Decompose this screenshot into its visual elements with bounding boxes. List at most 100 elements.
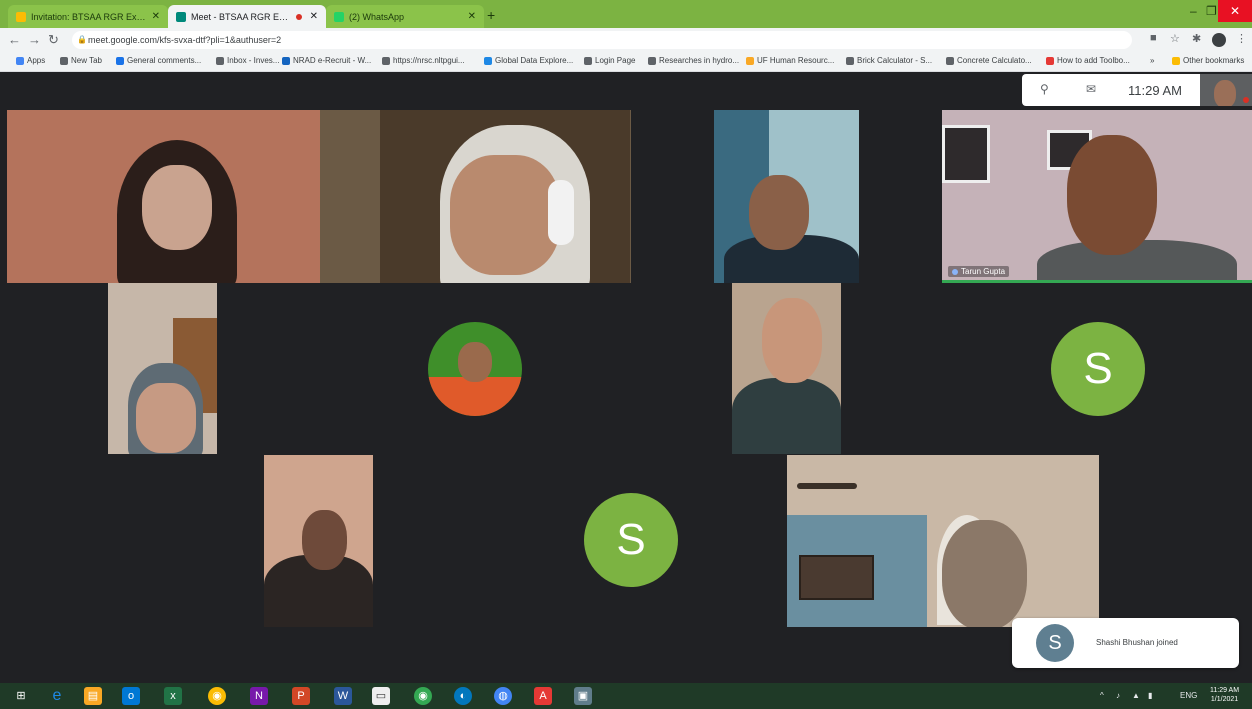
language-indicator[interactable]: ENG	[1180, 691, 1197, 700]
reload-icon[interactable]: ↻	[48, 32, 59, 48]
browser-icon[interactable]: ◐	[454, 687, 472, 705]
toast-message: Shashi Bhushan joined	[1096, 638, 1178, 647]
participant-tile[interactable]	[320, 110, 631, 283]
participant-tile[interactable]	[732, 283, 841, 454]
network-icon[interactable]: ▲	[1132, 691, 1140, 700]
close-tab-icon[interactable]: ✕	[310, 11, 318, 22]
tab-meet[interactable]: Meet - BTSAA RGR Executi... ✕	[168, 5, 326, 28]
onenote-icon[interactable]: N	[250, 687, 268, 705]
photos-icon[interactable]: ▣	[574, 687, 592, 705]
windows-start-icon[interactable]: ⊞	[12, 687, 30, 705]
meet-icon	[176, 11, 186, 22]
tab-label: Invitation: BTSAA RGR Executiv...	[31, 11, 148, 22]
menu-icon[interactable]: ⋮	[1236, 32, 1247, 45]
bookmark-item[interactable]: https://nrsc.nltpgui...	[382, 56, 465, 65]
file-explorer-icon[interactable]: ▤	[84, 687, 102, 705]
minimize-button[interactable]: –	[1190, 4, 1197, 18]
tab-label: Meet - BTSAA RGR Executi...	[191, 11, 292, 22]
participant-face	[302, 510, 347, 570]
tray-chevron-icon[interactable]: ^	[1100, 691, 1104, 700]
tab-whatsapp[interactable]: (2) WhatsApp ✕	[326, 5, 484, 28]
bookmark-item[interactable]: NRAD e-Recruit - W...	[282, 56, 371, 65]
speaking-indicator	[942, 280, 1252, 283]
meet-clock: 11:29 AM	[1128, 83, 1182, 98]
toast-avatar: S	[1036, 624, 1074, 662]
bookmark-item[interactable]: Concrete Calculato...	[946, 56, 1032, 65]
close-tab-icon[interactable]: ✕	[468, 11, 476, 22]
outlook-icon[interactable]: o	[122, 687, 140, 705]
bookmark-item[interactable]: Inbox - Inves...	[216, 56, 279, 65]
bookmark-item[interactable]: Researches in hydro...	[648, 56, 739, 65]
participant-face	[749, 175, 809, 250]
globe-icon	[60, 56, 68, 65]
address-bar[interactable]: 🔒 meet.google.com/kfs-svxa-dtf?pli=1&aut…	[72, 31, 1132, 49]
battery-icon[interactable]: ▮	[1148, 691, 1152, 700]
maximize-button[interactable]: ❐	[1206, 4, 1217, 18]
ceiling-fan-icon	[797, 483, 857, 489]
bookmark-icon	[484, 56, 492, 65]
participant-tile[interactable]	[264, 455, 373, 627]
lock-icon: 🔒	[77, 35, 87, 44]
participants-icon[interactable]: ⚲	[1040, 82, 1049, 96]
speaker-icon[interactable]: ♪	[1116, 691, 1120, 700]
new-tab-button[interactable]: +	[487, 7, 495, 23]
globe-icon	[382, 56, 390, 65]
bookmark-folder[interactable]: Other bookmarks	[1172, 56, 1244, 65]
participant-name-tag: Tarun Gupta	[948, 266, 1010, 277]
bookmark-item[interactable]: Apps	[16, 56, 45, 65]
participant-tile[interactable]	[7, 110, 320, 283]
participant-tile[interactable]	[108, 283, 217, 454]
bookmark-item[interactable]: Brick Calculator - S...	[846, 56, 932, 65]
powerpoint-icon[interactable]: P	[292, 687, 310, 705]
participant-avatar-letter[interactable]: S	[1051, 322, 1145, 416]
tab-invitation[interactable]: Invitation: BTSAA RGR Executiv... ✕	[8, 5, 168, 28]
excel-icon[interactable]: x	[164, 687, 182, 705]
bookmark-item[interactable]: UF Human Resourc...	[746, 56, 834, 65]
bookmark-item[interactable]: How to add Toolbo...	[1046, 56, 1130, 65]
bookmark-item[interactable]: Login Page	[584, 56, 635, 65]
bookmark-item[interactable]: Global Data Explore...	[484, 56, 573, 65]
self-view-thumbnail[interactable]	[1200, 74, 1252, 106]
chrome-icon[interactable]: ◉	[208, 687, 226, 705]
more-bookmarks-button[interactable]: »	[1150, 56, 1154, 65]
bookmark-icon	[216, 56, 224, 65]
participant-avatar-photo[interactable]	[428, 322, 522, 416]
participant-tile[interactable]	[787, 455, 1099, 627]
back-arrow-icon[interactable]: ←	[8, 32, 21, 47]
bookmark-item[interactable]: New Tab	[60, 56, 102, 65]
camera-indicator-icon[interactable]: ■	[1150, 32, 1157, 44]
globe-icon	[846, 56, 854, 65]
app-icon[interactable]: ◍	[494, 687, 512, 705]
bookmarks-bar: Apps New Tab General comments... Inbox -…	[0, 52, 1252, 72]
audio-level-icon	[952, 268, 958, 275]
tab-label: (2) WhatsApp	[349, 11, 405, 22]
notepad-icon[interactable]: ▭	[372, 687, 390, 705]
chrome-active-icon[interactable]: ◉	[414, 687, 432, 705]
participant-face	[142, 165, 212, 250]
profile-avatar[interactable]	[1212, 33, 1226, 47]
participant-tile[interactable]	[714, 110, 859, 283]
calendar-icon	[16, 11, 26, 22]
edge-icon[interactable]: e	[48, 687, 66, 705]
participant-face	[1067, 135, 1157, 255]
chat-icon[interactable]: ✉	[1086, 82, 1096, 96]
word-icon[interactable]: W	[334, 687, 352, 705]
youtube-icon	[1046, 56, 1054, 65]
pdf-icon[interactable]: A	[534, 687, 552, 705]
star-icon[interactable]: ☆	[1170, 32, 1180, 45]
close-window-button[interactable]: ✕	[1218, 0, 1252, 22]
participant-face	[450, 155, 560, 275]
participant-avatar-letter[interactable]: S	[584, 493, 678, 587]
bookmark-icon	[746, 56, 754, 65]
extensions-icon[interactable]: ✱	[1192, 32, 1201, 45]
globe-icon	[648, 56, 656, 65]
bookmark-item[interactable]: General comments...	[116, 56, 201, 65]
close-tab-icon[interactable]: ✕	[152, 11, 160, 22]
address-text: meet.google.com/kfs-svxa-dtf?pli=1&authu…	[88, 35, 282, 45]
participant-face	[942, 520, 1027, 627]
participant-tile-speaking[interactable]: Tarun Gupta	[942, 110, 1252, 283]
forward-arrow-icon[interactable]: →	[28, 32, 41, 47]
taskbar-clock[interactable]: 11:29 AM 1/1/2021	[1210, 686, 1239, 704]
bookmark-icon	[116, 56, 124, 65]
folder-icon	[1172, 56, 1180, 65]
